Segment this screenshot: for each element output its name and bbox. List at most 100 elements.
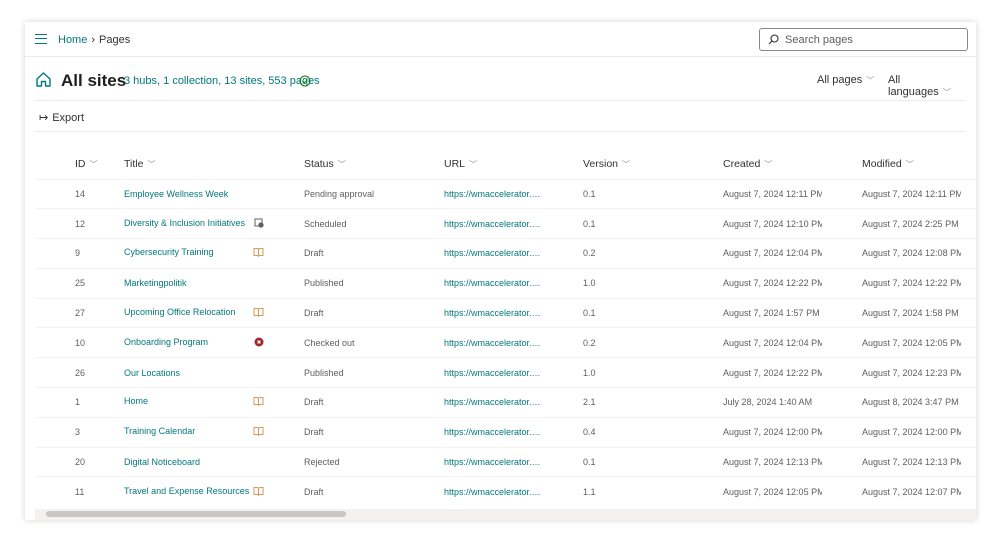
cell-scheduled — [961, 178, 976, 209]
hamburger-menu-icon[interactable] — [35, 34, 47, 44]
column-header-version[interactable]: Version ﹀ — [543, 149, 683, 179]
title-link[interactable]: Onboarding Program — [124, 337, 208, 347]
cell-created: August 7, 2024 12:04 PM — [683, 327, 822, 358]
title-bar: All sites 3 hubs, 1 collection, 13 sites… — [35, 67, 965, 101]
cell-scheduled — [961, 327, 976, 358]
table-row[interactable]: 3 Training Calendar Draft https://wmacce… — [35, 416, 976, 448]
cell-id: 9 — [35, 238, 124, 269]
cell-title: Travel and Expense Resources — [124, 476, 264, 507]
cell-created: August 7, 2024 1:57 PM — [683, 297, 822, 328]
cell-url[interactable]: https://wmaccelerator.sharepoint.com — [404, 446, 543, 477]
column-label: Modified — [862, 157, 902, 170]
table-row[interactable]: 26 Our Locations Published https://wmacc… — [35, 357, 976, 388]
export-icon: ↦ — [39, 112, 49, 124]
table-row[interactable]: 9 Cybersecurity Training Draft https://w… — [35, 238, 976, 269]
title-link[interactable]: Our Locations — [124, 368, 180, 378]
cell-url[interactable]: https://wmaccelerator.sharepoint.com — [404, 327, 543, 358]
chevron-down-icon: ﹀ — [622, 159, 631, 169]
cell-title: Training Calendar — [124, 416, 264, 448]
cell-url[interactable]: https://wmaccelerator.sharepoint.com — [404, 476, 543, 507]
cell-version: 0.1 — [543, 208, 683, 239]
column-header-id[interactable]: ID ﹀ — [35, 149, 124, 179]
cell-title: Onboarding Program — [124, 327, 264, 358]
export-button[interactable]: ↦ Export — [39, 111, 84, 124]
breadcrumb: Home › Pages — [58, 34, 130, 46]
column-header-status[interactable]: Status ﹀ — [264, 149, 404, 179]
cell-url[interactable]: https://wmaccelerator.sharepoint.com — [404, 357, 543, 388]
cell-created: August 7, 2024 12:00 PM — [683, 416, 822, 448]
table-row[interactable]: 25 Marketingpolitik Published https://wm… — [35, 267, 976, 299]
cell-id: 10 — [35, 327, 124, 358]
cell-id: 1 — [35, 387, 124, 418]
column-header-sch[interactable]: Sch — [961, 149, 976, 179]
title-link[interactable]: Home — [124, 396, 148, 406]
table-row[interactable]: 11 Travel and Expense Resources Draft ht… — [35, 476, 976, 507]
cell-url[interactable]: https://wmaccelerator.sharepoint.com — [404, 267, 543, 299]
breadcrumb-home[interactable]: Home — [58, 34, 87, 46]
command-bar: ↦ Export — [35, 102, 965, 132]
cell-created: August 7, 2024 12:04 PM — [683, 238, 822, 269]
title-link[interactable]: Employee Wellness Week — [124, 189, 228, 199]
cell-title: Digital Noticeboard — [124, 446, 264, 477]
table-row[interactable]: 20 Digital Noticeboard Rejected https://… — [35, 446, 976, 477]
cell-id: 25 — [35, 267, 124, 299]
cell-modified: August 7, 2024 12:00 PM — [822, 416, 961, 448]
cell-status: Published — [264, 357, 404, 388]
cell-scheduled: Au — [961, 267, 976, 299]
scheduled-icon — [254, 218, 264, 230]
column-label: URL — [444, 157, 466, 170]
chevron-down-icon: ﹀ — [89, 159, 98, 169]
column-header-url[interactable]: URL ﹀ — [404, 149, 543, 179]
search-input[interactable]: Search pages — [759, 28, 968, 51]
title-link[interactable]: Cybersecurity Training — [124, 247, 214, 257]
cell-version: 0.1 — [543, 178, 683, 209]
table-row[interactable]: 10 Onboarding Program Checked out https:… — [35, 327, 976, 358]
column-header-modified[interactable]: Modified ﹀ — [822, 149, 961, 179]
cell-status: Draft — [264, 238, 404, 269]
chevron-down-icon: ﹀ — [942, 88, 951, 97]
table-row[interactable]: 14 Employee Wellness Week Pending approv… — [35, 178, 976, 209]
cell-url[interactable]: https://wmaccelerator.sharepoint.com — [404, 178, 543, 209]
cell-version: 1.1 — [543, 476, 683, 507]
table-row[interactable]: 27 Upcoming Office Relocation Draft http… — [35, 297, 976, 328]
cell-url[interactable]: https://wmaccelerator.sharepoint.com — [404, 238, 543, 269]
cell-url[interactable]: https://wmaccelerator.sharepoint.com — [404, 297, 543, 328]
title-link[interactable]: Digital Noticeboard — [124, 457, 200, 467]
column-header-title[interactable]: Title ﹀ — [124, 149, 264, 179]
horizontal-scrollbar[interactable] — [35, 509, 976, 520]
title-link[interactable]: Diversity & Inclusion Initiatives — [124, 218, 245, 228]
title-link[interactable]: Travel and Expense Resources — [124, 486, 249, 496]
cell-id: 11 — [35, 476, 124, 507]
cell-url[interactable]: https://wmaccelerator.sharepoint.com — [404, 208, 543, 239]
export-label: Export — [52, 112, 85, 124]
title-link[interactable]: Upcoming Office Relocation — [124, 307, 235, 317]
title-link[interactable]: Marketingpolitik — [124, 278, 187, 288]
cell-modified: August 7, 2024 12:11 PM — [822, 178, 961, 209]
cell-status: Checked out — [264, 327, 404, 358]
cell-modified: August 7, 2024 12:07 PM — [822, 476, 961, 507]
all-languages-filter[interactable]: All languages ﹀ — [888, 74, 965, 98]
cell-id: 12 — [35, 208, 124, 239]
filter-label: All languages — [888, 74, 939, 98]
cell-url[interactable]: https://wmaccelerator.sharepoint.com — [404, 416, 543, 448]
all-pages-filter[interactable]: All pages ﹀ — [817, 74, 874, 86]
cell-id: 27 — [35, 297, 124, 328]
cell-version: 0.1 — [543, 297, 683, 328]
column-label: Status — [304, 157, 334, 170]
title-link[interactable]: Training Calendar — [124, 426, 195, 436]
cell-url[interactable]: https://wmaccelerator.sharepoint.com — [404, 387, 543, 418]
check-circle-icon — [299, 75, 311, 87]
cell-scheduled — [961, 476, 976, 507]
cell-version: 0.2 — [543, 327, 683, 358]
table-row[interactable]: 12 Diversity & Inclusion Initiatives Sch… — [35, 208, 976, 239]
cell-modified: August 7, 2024 12:13 PM — [822, 446, 961, 477]
cell-created: August 7, 2024 12:22 PM — [683, 357, 822, 388]
column-header-created[interactable]: Created ﹀ — [683, 149, 822, 179]
cell-scheduled: Au — [961, 446, 976, 477]
chevron-down-icon: ﹀ — [147, 159, 156, 169]
scrollbar-thumb[interactable] — [46, 511, 346, 517]
cell-id: 26 — [35, 357, 124, 388]
site-summary[interactable]: 3 hubs, 1 collection, 13 sites, 553 page… — [124, 75, 320, 87]
table-row[interactable]: 1 Home Draft https://wmaccelerator.share… — [35, 387, 976, 418]
filter-label: All pages — [817, 74, 863, 86]
